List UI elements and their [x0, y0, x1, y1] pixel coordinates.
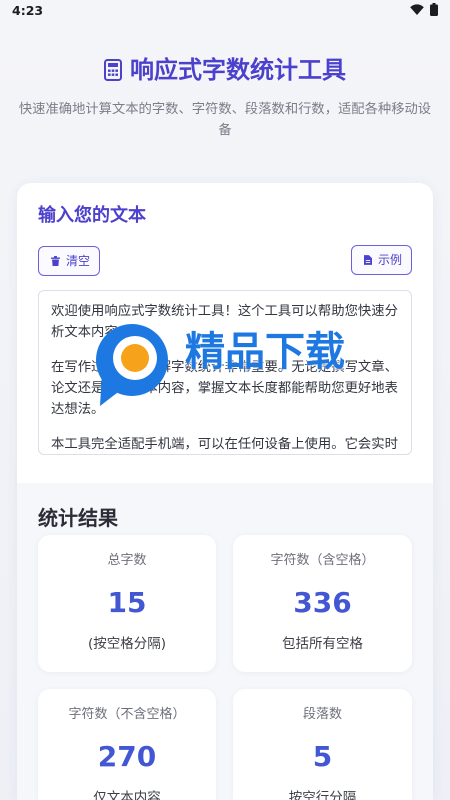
stat-note: 仅文本内容 [93, 790, 161, 800]
stats-section: 统计结果 总字数 15 (按空格分隔) 字符数（含空格） 336 包括所有空格 … [17, 483, 433, 800]
text-paragraph: 欢迎使用响应式字数统计工具！这个工具可以帮助您快速分析文本内容。 [51, 304, 398, 340]
text-paragraph: 本工具完全适配手机端，可以在任何设备上使用。它会实时 [51, 437, 398, 452]
stat-card-word-count: 总字数 15 (按空格分隔) [38, 535, 216, 672]
clear-button-label: 清空 [66, 254, 91, 268]
clear-button[interactable]: 清空 [38, 246, 100, 276]
example-button[interactable]: 示例 [351, 245, 412, 275]
stat-label: 字符数（不含空格） [68, 707, 186, 722]
stat-value: 5 [312, 740, 333, 773]
example-button-label: 示例 [378, 253, 403, 267]
battery-icon [430, 3, 438, 16]
main-card: 输入您的文本 清空 示例 欢迎使用响应式字数统计工具！这个工具可以帮助您快速分析… [17, 183, 433, 800]
stat-note: 按空行分隔 [288, 790, 357, 800]
page-subtitle: 快速准确地计算文本的字数、字符数、段落数和行数，适配各种移动设备 [18, 102, 432, 138]
stat-value: 336 [293, 586, 352, 619]
text-paragraph: 在写作过程中，了解字数统计非常重要。无论是撰写文章、论文还是其他文本内容，掌握文… [51, 360, 398, 417]
app-screen: 4:23 响应式字数统计工具 快速准确地计算文本的字数、字符数、段落数和行数，适… [0, 0, 450, 800]
trash-icon [51, 256, 60, 266]
text-input[interactable]: 欢迎使用响应式字数统计工具！这个工具可以帮助您快速分析文本内容。 在写作过程中，… [38, 290, 412, 455]
stat-card-chars-with-spaces: 字符数（含空格） 336 包括所有空格 [233, 535, 412, 672]
stats-heading: 统计结果 [38, 506, 118, 530]
stat-card-paragraphs: 段落数 5 按空行分隔 [233, 689, 412, 800]
status-time: 4:23 [12, 3, 44, 18]
stat-note: 包括所有空格 [282, 636, 363, 652]
calculator-icon [104, 59, 122, 81]
stat-label: 段落数 [302, 707, 342, 722]
stat-value: 270 [97, 740, 157, 773]
input-section-heading: 输入您的文本 [38, 205, 146, 226]
document-icon [364, 255, 372, 265]
status-bar: 4:23 [0, 0, 450, 22]
wifi-icon [410, 4, 424, 15]
stat-label: 字符数（含空格） [270, 553, 375, 568]
page-header: 响应式字数统计工具 [0, 56, 450, 84]
stat-note: (按空格分隔) [87, 636, 167, 652]
stat-label: 总字数 [107, 553, 147, 568]
stat-value: 15 [107, 586, 147, 619]
page-title: 响应式字数统计工具 [130, 56, 346, 84]
stat-card-chars-without-spaces: 字符数（不含空格） 270 仅文本内容 [38, 689, 216, 800]
